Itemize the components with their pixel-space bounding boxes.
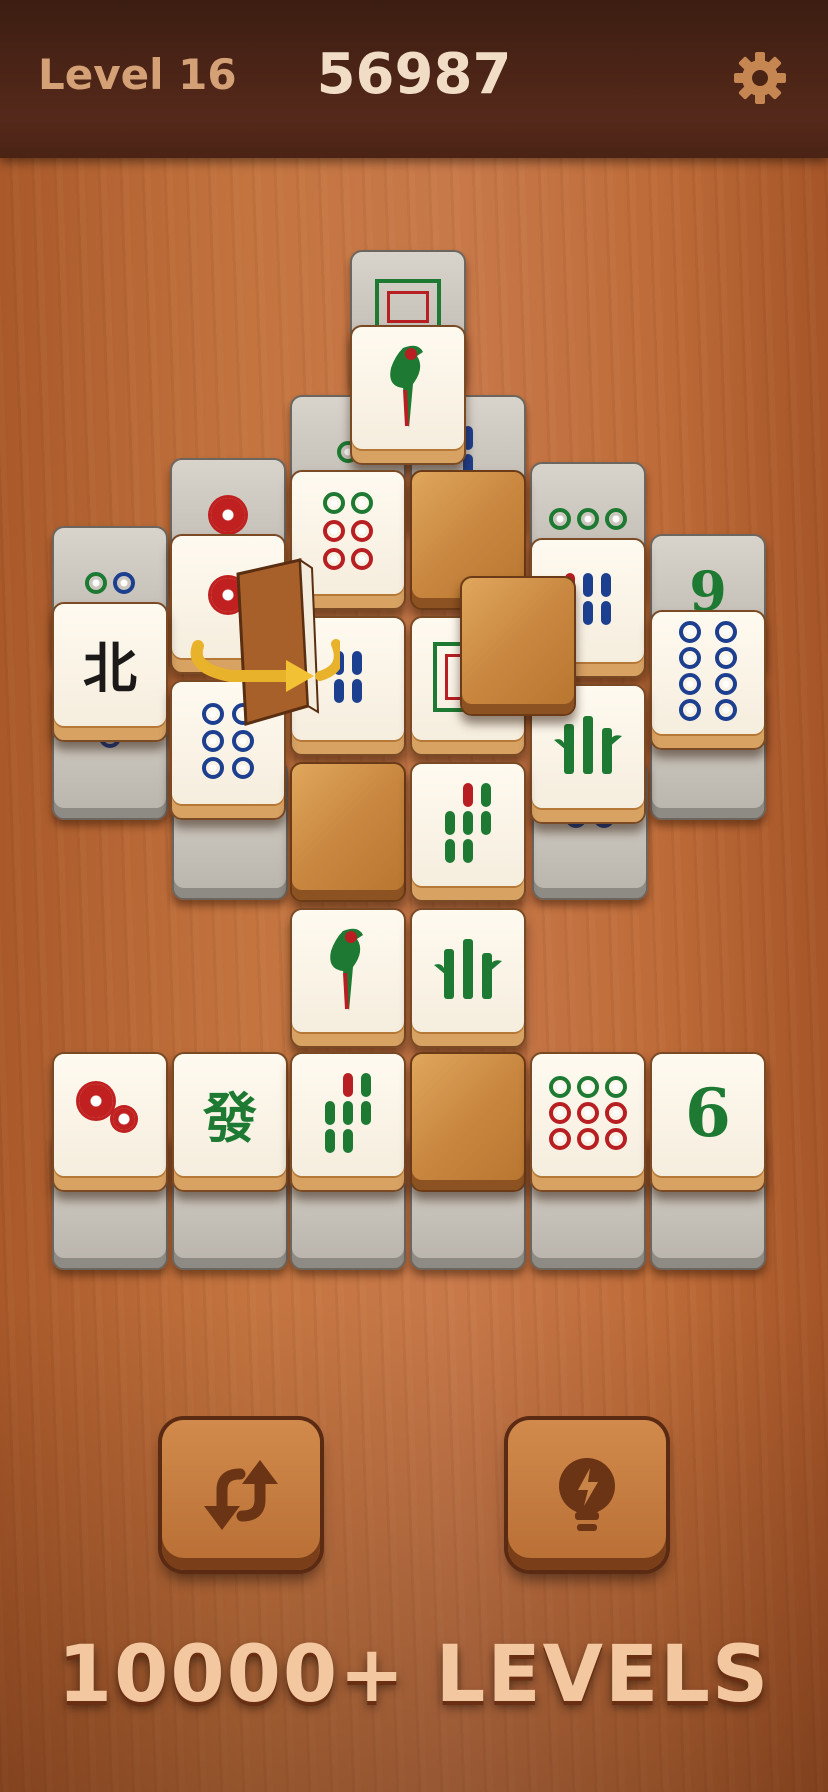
tile-dots[interactable] — [530, 1052, 646, 1192]
top-bar: Level 16 56987 — [0, 0, 828, 158]
tile-bird[interactable] — [350, 325, 466, 465]
tile-dots[interactable] — [650, 610, 766, 750]
bird-icon — [390, 345, 423, 428]
flip-arrow-icon — [190, 558, 340, 726]
tile-bamboo-plant[interactable] — [410, 908, 526, 1048]
tile-back[interactable] — [460, 576, 576, 716]
tile-number: 6 — [685, 1074, 731, 1152]
flip-animation — [190, 558, 348, 750]
hint-button[interactable] — [508, 1420, 666, 1570]
gear-icon[interactable] — [730, 48, 790, 108]
bamboo-icon — [554, 716, 622, 774]
tile-character: 北 — [83, 635, 137, 700]
tile-bamboo[interactable] — [290, 1052, 406, 1192]
tile-six[interactable]: 6 — [650, 1052, 766, 1192]
bamboo-icon — [434, 939, 502, 999]
tile-flower[interactable] — [52, 1052, 168, 1192]
score-value: 56987 — [316, 42, 512, 107]
shuffle-button[interactable] — [162, 1420, 320, 1570]
lightbulb-icon — [559, 1458, 615, 1531]
tile-character: 發 — [203, 1085, 257, 1150]
shuffle-icon — [204, 1460, 278, 1530]
tile-back[interactable] — [290, 762, 406, 902]
levels-banner: 10000+ LEVELS — [57, 1630, 771, 1720]
tile-back[interactable] — [410, 1052, 526, 1192]
tile-green-dragon[interactable]: 發 — [172, 1052, 288, 1192]
tile-north[interactable]: 北 — [52, 602, 168, 742]
bird-icon — [330, 928, 363, 1011]
tile-bamboo[interactable] — [410, 762, 526, 902]
tile-bird[interactable] — [290, 908, 406, 1048]
